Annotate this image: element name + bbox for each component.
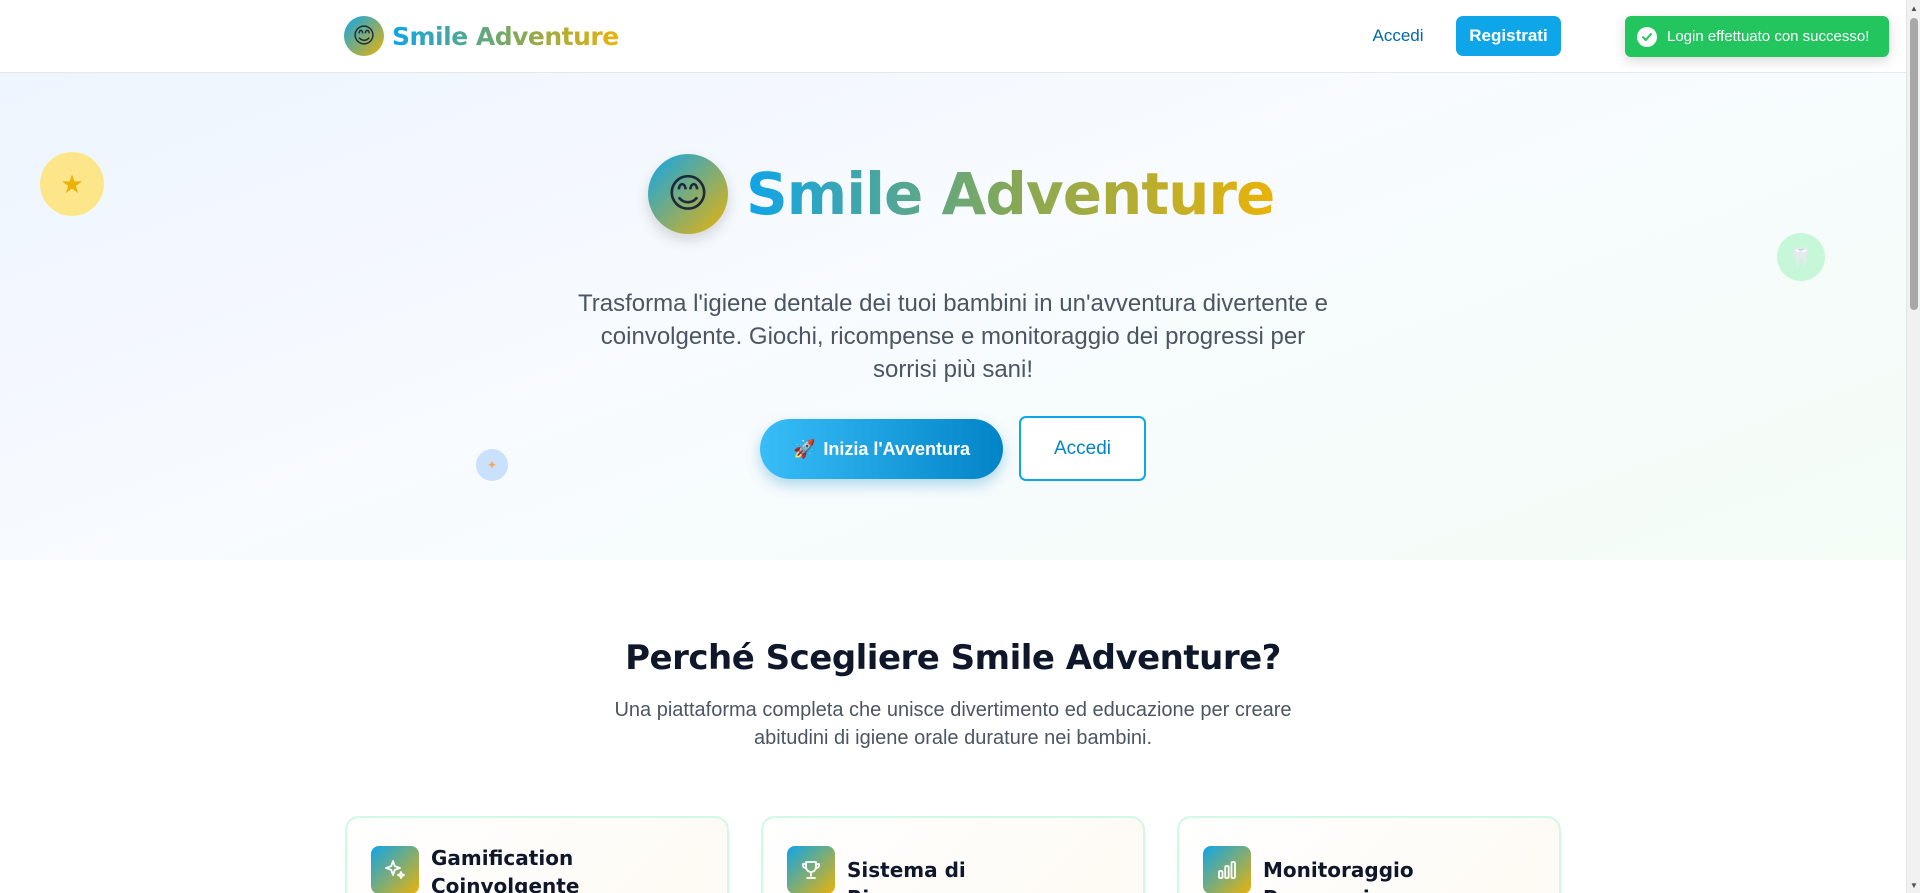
hero-heading: Smile Adventure (746, 160, 1275, 228)
smile-face-icon: 😊 (648, 154, 728, 234)
hero-description: Trasforma l'igiene dentale dei tuoi bamb… (577, 290, 1329, 383)
scroll-up-arrow-icon[interactable]: ▲ (1907, 0, 1920, 16)
feature-card-title: Monitoraggio Progressi (1263, 858, 1414, 893)
star-icon: ★ (40, 152, 104, 216)
hero-section: ★ 🦷 ✦ 😊 Smile Adventure Trasforma l'igie… (0, 73, 1906, 560)
top-navbar: 😊 Smile Adventure Accedi Registrati (0, 0, 1906, 73)
hero-login-button[interactable]: Accedi (1019, 416, 1146, 481)
feature-card-progress[interactable]: Monitoraggio Progressi (1177, 816, 1561, 893)
vertical-scrollbar[interactable]: ▲ ▼ (1906, 0, 1920, 893)
success-toast[interactable]: Login effettuato con successo! (1625, 16, 1889, 57)
features-subtitle: Una piattaforma completa che unisce dive… (614, 699, 1292, 749)
start-adventure-label: Inizia l'Avventura (823, 438, 971, 459)
hero-title: 😊 Smile Adventure (648, 153, 1275, 235)
trophy-icon (787, 846, 835, 893)
feature-card-title: Sistema di Ricompense (847, 858, 983, 893)
nav-login-link[interactable]: Accedi (1355, 16, 1441, 56)
bar-chart-icon (1203, 846, 1251, 893)
scroll-down-arrow-icon[interactable]: ▼ (1907, 877, 1920, 893)
features-heading: Perché Scegliere Smile Adventure? (625, 638, 1281, 678)
feature-card-rewards[interactable]: Sistema di Ricompense (761, 816, 1145, 893)
rocket-icon: 🚀 (792, 438, 816, 459)
check-circle-icon (1637, 26, 1657, 47)
smile-face-icon: 😊 (344, 16, 384, 56)
brand-link[interactable]: 😊 Smile Adventure (344, 16, 619, 56)
sparkle-icon: ✦ (476, 449, 508, 481)
start-adventure-button[interactable]: 🚀 Inizia l'Avventura (760, 419, 1003, 479)
nav-register-button[interactable]: Registrati (1456, 16, 1561, 56)
toast-message: Login effettuato con successo! (1667, 28, 1870, 45)
brand-name: Smile Adventure (392, 21, 619, 51)
scrollbar-thumb[interactable] (1910, 18, 1918, 310)
feature-card-title: Gamification Coinvolgente (431, 846, 580, 893)
feature-card-gamification[interactable]: Gamification Coinvolgente (345, 816, 729, 893)
tooth-icon: 🦷 (1777, 233, 1825, 281)
sparkles-icon (371, 846, 419, 893)
